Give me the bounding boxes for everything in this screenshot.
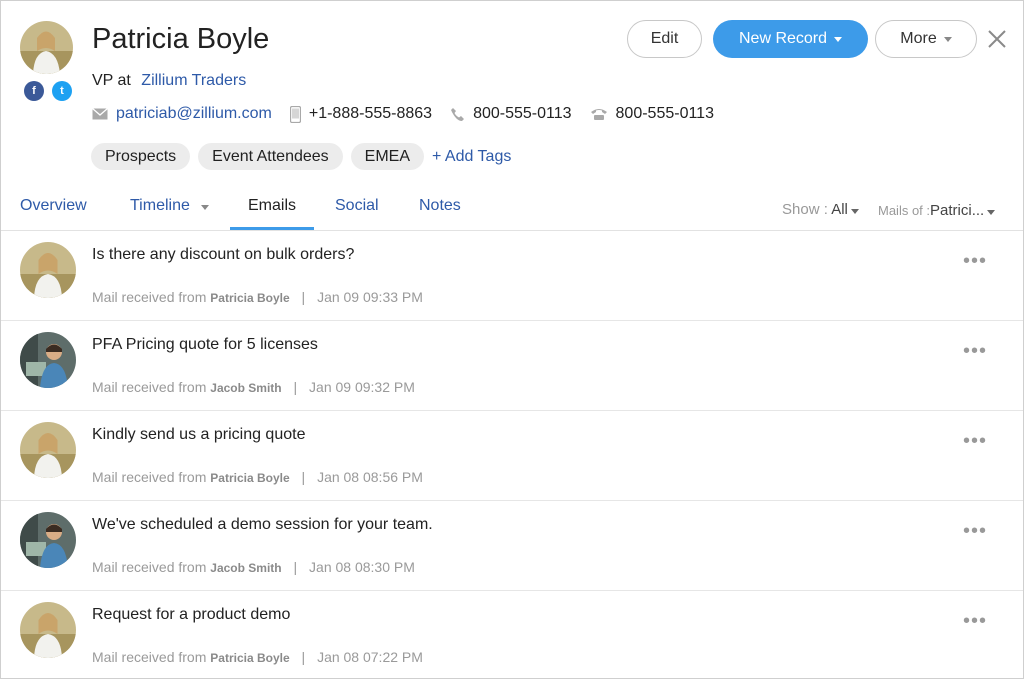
- contact-title: VP at Zillium Traders: [92, 72, 246, 90]
- more-dots-icon[interactable]: •••: [963, 431, 987, 451]
- tab-overview[interactable]: Overview: [20, 197, 87, 215]
- email-sender: Patricia Boyle: [210, 651, 290, 665]
- sender-avatar: [20, 512, 76, 568]
- more-dots-icon[interactable]: •••: [963, 341, 987, 361]
- chevron-down-icon: [987, 210, 996, 215]
- show-filter-dropdown[interactable]: Show : All: [782, 201, 859, 218]
- contact-name: Patricia Boyle: [92, 23, 270, 55]
- fax-contact: 800-555-0113: [590, 105, 714, 123]
- chevron-down-icon: [850, 209, 859, 214]
- add-tags-link[interactable]: + Add Tags: [432, 148, 511, 166]
- email-meta-prefix: Mail received from: [92, 379, 207, 395]
- email-sender: Patricia Boyle: [210, 291, 290, 305]
- tab-timeline[interactable]: Timeline: [130, 197, 210, 215]
- sender-avatar: [20, 602, 76, 658]
- more-button[interactable]: More: [875, 20, 977, 58]
- sender-avatar: [20, 242, 76, 298]
- email-meta: Mail received from Jacob Smith | Jan 08 …: [92, 559, 415, 575]
- email-meta-prefix: Mail received from: [92, 559, 207, 575]
- email-subject[interactable]: We've scheduled a demo session for your …: [92, 516, 433, 534]
- email-link[interactable]: patriciab@zillium.com: [116, 105, 272, 123]
- email-time: Jan 08 07:22 PM: [317, 649, 423, 665]
- new-record-button[interactable]: New Record: [713, 20, 868, 58]
- more-button-label: More: [900, 30, 937, 47]
- contact-info-row: patriciab@zillium.com +1-888-555-8863 80…: [92, 105, 732, 123]
- envelope-icon: [92, 108, 108, 120]
- tab-emails[interactable]: Emails: [248, 197, 296, 215]
- contact-role: VP at: [92, 72, 131, 89]
- show-filter-value: All: [831, 201, 848, 218]
- fax-number[interactable]: 800-555-0113: [616, 105, 714, 123]
- sender-avatar: [20, 332, 76, 388]
- edit-button[interactable]: Edit: [627, 20, 702, 58]
- tab-bar: Overview Timeline Emails Social Notes Sh…: [1, 187, 1023, 231]
- email-subject[interactable]: Is there any discount on bulk orders?: [92, 246, 354, 264]
- email-contact: patriciab@zillium.com: [92, 105, 272, 123]
- more-dots-icon[interactable]: •••: [963, 611, 987, 631]
- tab-social[interactable]: Social: [335, 197, 379, 215]
- mails-of-value: Patrici...: [930, 202, 985, 219]
- meta-separator: |: [301, 469, 306, 485]
- more-dots-icon[interactable]: •••: [963, 251, 987, 271]
- more-dots-icon[interactable]: •••: [963, 521, 987, 541]
- meta-separator: |: [293, 559, 298, 575]
- email-list: Is there any discount on bulk orders? Ma…: [1, 231, 1023, 678]
- mobile-phone-icon: [289, 105, 301, 123]
- tag-prospects[interactable]: Prospects: [91, 143, 191, 170]
- email-time: Jan 08 08:30 PM: [309, 559, 415, 575]
- mails-of-dropdown[interactable]: Mails of :Patrici...: [878, 202, 996, 219]
- telephone-icon: [590, 107, 608, 121]
- email-meta-prefix: Mail received from: [92, 469, 207, 485]
- mails-of-label: Mails of :: [878, 203, 931, 218]
- tag-list: Prospects Event Attendees EMEA + Add Tag…: [91, 143, 511, 170]
- edit-button-label: Edit: [650, 30, 679, 47]
- email-sender: Jacob Smith: [210, 381, 282, 395]
- email-meta: Mail received from Patricia Boyle | Jan …: [92, 649, 423, 665]
- company-link[interactable]: Zillium Traders: [141, 72, 246, 89]
- sender-avatar: [20, 422, 76, 478]
- contact-avatar: [20, 21, 73, 74]
- tag-event-attendees[interactable]: Event Attendees: [198, 143, 343, 170]
- email-subject[interactable]: Kindly send us a pricing quote: [92, 426, 305, 444]
- email-row[interactable]: We've scheduled a demo session for your …: [1, 501, 1023, 591]
- email-row[interactable]: PFA Pricing quote for 5 licenses Mail re…: [1, 321, 1023, 411]
- email-sender: Jacob Smith: [210, 561, 282, 575]
- phone-number[interactable]: 800-555-0113: [473, 105, 571, 123]
- email-meta: Mail received from Patricia Boyle | Jan …: [92, 289, 423, 305]
- email-time: Jan 08 08:56 PM: [317, 469, 423, 485]
- new-record-label: New Record: [738, 30, 828, 47]
- show-filter-label: Show :: [782, 201, 828, 218]
- tab-timeline-label: Timeline: [130, 197, 190, 214]
- email-meta: Mail received from Jacob Smith | Jan 09 …: [92, 379, 415, 395]
- phone-icon: [450, 107, 465, 122]
- chevron-down-icon: [201, 205, 210, 210]
- email-meta-prefix: Mail received from: [92, 289, 207, 305]
- email-time: Jan 09 09:32 PM: [309, 379, 415, 395]
- mobile-contact: +1-888-555-8863: [289, 105, 432, 123]
- close-icon[interactable]: [985, 27, 1009, 51]
- meta-separator: |: [301, 649, 306, 665]
- email-meta: Mail received from Patricia Boyle | Jan …: [92, 469, 423, 485]
- email-subject[interactable]: Request for a product demo: [92, 606, 290, 624]
- email-meta-prefix: Mail received from: [92, 649, 207, 665]
- email-time: Jan 09 09:33 PM: [317, 289, 423, 305]
- chevron-down-icon: [943, 36, 952, 42]
- tab-notes[interactable]: Notes: [419, 197, 461, 215]
- active-tab-indicator: [230, 227, 314, 230]
- chevron-down-icon: [834, 36, 843, 42]
- meta-separator: |: [301, 289, 306, 305]
- email-subject[interactable]: PFA Pricing quote for 5 licenses: [92, 336, 318, 354]
- mobile-number[interactable]: +1-888-555-8863: [309, 105, 432, 123]
- email-row[interactable]: Kindly send us a pricing quote Mail rece…: [1, 411, 1023, 501]
- twitter-icon[interactable]: t: [52, 81, 72, 101]
- facebook-icon[interactable]: f: [24, 81, 44, 101]
- meta-separator: |: [293, 379, 298, 395]
- contact-detail-panel: f t Patricia Boyle VP at Zillium Traders…: [0, 0, 1024, 679]
- email-row[interactable]: Is there any discount on bulk orders? Ma…: [1, 231, 1023, 321]
- tag-emea[interactable]: EMEA: [350, 143, 425, 170]
- email-row[interactable]: Request for a product demo Mail received…: [1, 591, 1023, 678]
- email-sender: Patricia Boyle: [210, 471, 290, 485]
- phone-contact: 800-555-0113: [450, 105, 572, 123]
